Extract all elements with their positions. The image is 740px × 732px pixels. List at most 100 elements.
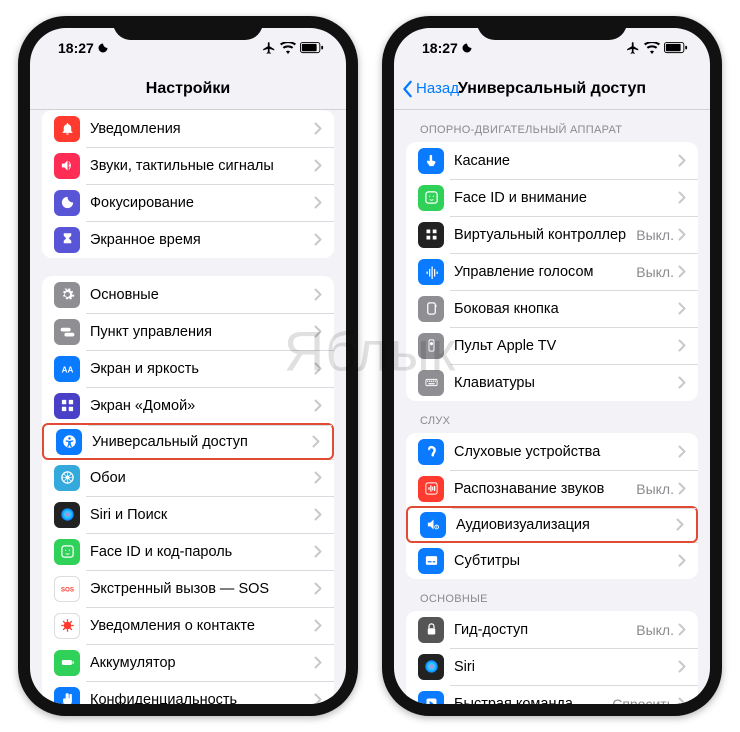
shortcut-icon [418,691,444,705]
settings-row[interactable]: Универсальный доступ [42,423,334,460]
settings-row[interactable]: Боковая кнопка [406,290,698,327]
accessibility-icon [56,429,82,455]
settings-row[interactable]: Основные [42,276,334,313]
chevron-right-icon [314,582,322,595]
row-label: Основные [90,287,314,303]
settings-row[interactable]: Siri и Поиск [42,496,334,533]
row-label: Face ID и код-пароль [90,544,314,560]
chevron-right-icon [314,508,322,521]
row-label: Универсальный доступ [92,434,312,450]
back-button[interactable]: Назад [402,80,459,98]
row-value: Выкл. [636,481,674,497]
settings-row[interactable]: Быстрая команда Спросить [406,685,698,704]
settings-row[interactable]: Фокусирование [42,184,334,221]
settings-row[interactable]: Распознавание звуков Выкл. [406,470,698,507]
airplane-icon [262,41,276,55]
settings-row[interactable]: SOS Экстренный вызов — SOS [42,570,334,607]
page-title: Настройки [146,80,230,98]
row-label: Экран и яркость [90,361,314,377]
grid-icon [54,393,80,419]
audio-icon [420,512,446,538]
ear-icon [418,439,444,465]
chevron-right-icon [314,545,322,558]
settings-row[interactable]: Face ID и код-пароль [42,533,334,570]
airplane-icon [626,41,640,55]
row-label: Экстренный вызов — SOS [90,581,314,597]
row-label: Быстрая команда [454,696,612,705]
settings-row[interactable]: Экран «Домой» [42,387,334,424]
voice-icon [418,259,444,285]
row-label: Siri [454,659,678,675]
status-time: 18:27 [422,40,458,56]
settings-row[interactable]: Касание [406,142,698,179]
chevron-right-icon [678,302,686,315]
battery-icon [300,42,324,54]
settings-row[interactable]: Аккумулятор [42,644,334,681]
settings-row[interactable]: Уведомления [42,110,334,147]
settings-row[interactable]: Уведомления о контакте [42,607,334,644]
chevron-right-icon [678,697,686,704]
row-label: Пункт управления [90,324,314,340]
chevron-right-icon [314,471,322,484]
wifi-icon [644,42,660,54]
settings-row[interactable]: Управление голосом Выкл. [406,253,698,290]
back-label: Назад [416,80,459,97]
settings-row[interactable]: Siri [406,648,698,685]
settings-row[interactable]: Субтитры [406,542,698,579]
row-label: Гид-доступ [454,622,636,638]
phone-left: 18:27 Настройки Уведомления Звуки, такти… [18,16,358,716]
chevron-right-icon [678,154,686,167]
chevron-right-icon [314,233,322,246]
row-label: Обои [90,470,314,486]
chevron-right-icon [314,288,322,301]
row-value: Выкл. [636,264,674,280]
row-value: Выкл. [636,227,674,243]
settings-row[interactable]: AA Экран и яркость [42,350,334,387]
row-label: Siri и Поиск [90,507,314,523]
moon-icon [97,42,109,54]
row-label: Клавиатуры [454,375,678,391]
section-header: ОПОРНО-ДВИГАТЕЛЬНЫЙ АППАРАТ [406,110,698,142]
hand-icon [54,687,80,705]
settings-row[interactable]: Face ID и внимание [406,179,698,216]
siri-icon [418,654,444,680]
row-label: Экран «Домой» [90,398,314,414]
settings-row[interactable]: Пульт Apple TV [406,327,698,364]
row-value: Спросить [612,696,674,705]
settings-row[interactable]: Экранное время [42,221,334,258]
content-left[interactable]: Уведомления Звуки, тактильные сигналы Фо… [30,110,346,704]
settings-row[interactable]: Аудиовизуализация [406,506,698,543]
status-time: 18:27 [58,40,94,56]
faceid-icon [54,539,80,565]
settings-group: Уведомления Звуки, тактильные сигналы Фо… [42,110,334,258]
chevron-left-icon [402,80,414,98]
settings-row[interactable]: Обои [42,459,334,496]
row-label: Уведомления [90,121,314,137]
phone-right: 18:27 Назад Универсальный доступ ОПОРНО-… [382,16,722,716]
row-label: Face ID и внимание [454,190,678,206]
bell-icon [54,116,80,142]
settings-row[interactable]: Конфиденциальность [42,681,334,704]
row-label: Виртуальный контроллер [454,227,636,243]
chevron-right-icon [678,228,686,241]
moon-icon [461,42,473,54]
settings-row[interactable]: Пункт управления [42,313,334,350]
speaker-icon [54,153,80,179]
svg-text:SOS: SOS [60,587,73,594]
settings-row[interactable]: Звуки, тактильные сигналы [42,147,334,184]
grid4-icon [418,222,444,248]
chevron-right-icon [314,325,322,338]
chevron-right-icon [314,619,322,632]
chevron-right-icon [678,191,686,204]
settings-row[interactable]: Слуховые устройства [406,433,698,470]
gear-icon [54,282,80,308]
wallpaper-icon [54,465,80,491]
settings-row[interactable]: Гид-доступ Выкл. [406,611,698,648]
content-right[interactable]: ОПОРНО-ДВИГАТЕЛЬНЫЙ АППАРАТ Касание Face… [394,110,710,704]
settings-row[interactable]: Клавиатуры [406,364,698,401]
row-label: Управление голосом [454,264,636,280]
row-label: Пульт Apple TV [454,338,678,354]
settings-row[interactable]: Виртуальный контроллер Выкл. [406,216,698,253]
nav-bar: Настройки [30,68,346,110]
row-label: Уведомления о контакте [90,618,314,634]
